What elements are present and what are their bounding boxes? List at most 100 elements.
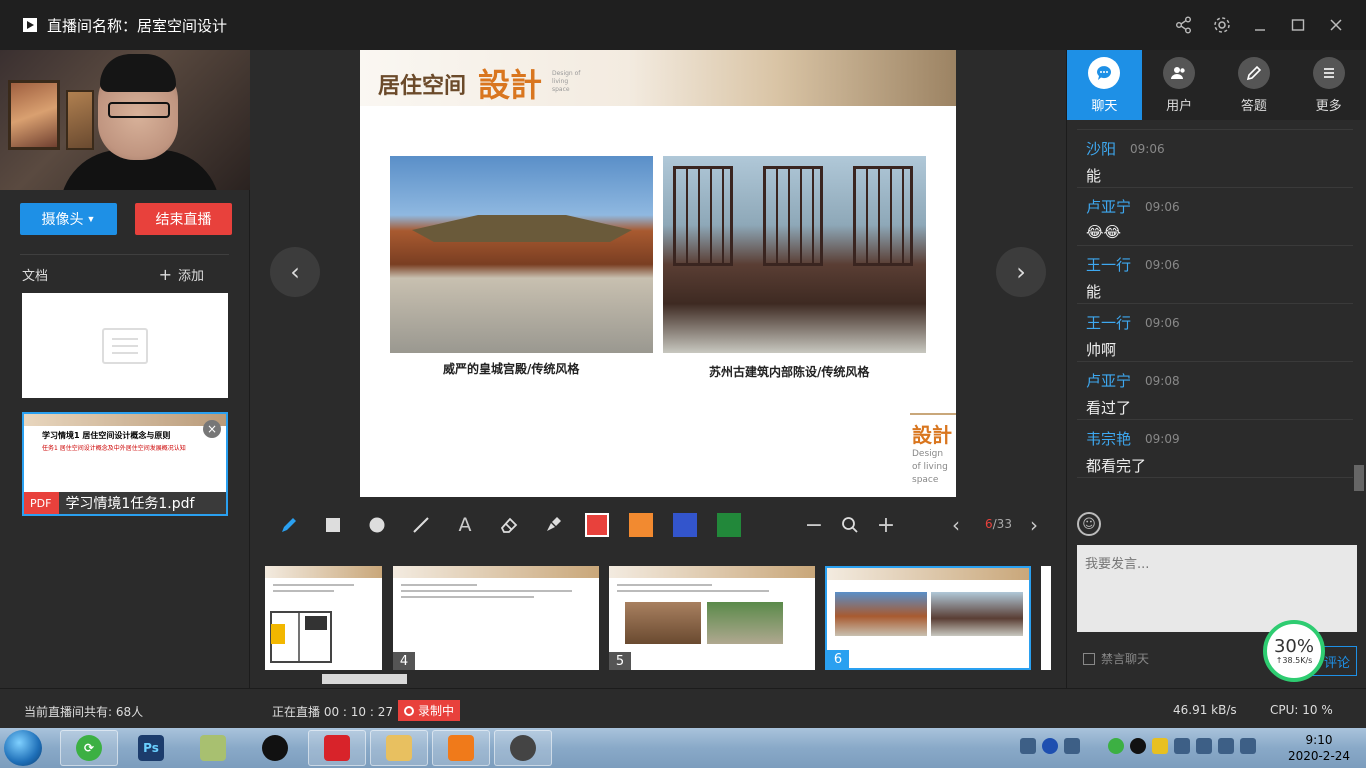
line-icon[interactable] — [408, 512, 434, 538]
zoom-in-plus-icon[interactable]: + — [873, 512, 899, 538]
maximize-icon[interactable] — [1288, 15, 1308, 35]
add-document-button[interactable]: + 添加 — [159, 265, 204, 284]
next-slide-chevron-right-icon[interactable]: › — [996, 247, 1046, 297]
live-duration: 正在直播 00 : 10 : 27 — [272, 705, 393, 719]
chat-message: 沙阳 09:06 能 — [1077, 130, 1353, 188]
show-hidden-icons-icon[interactable] — [1086, 738, 1102, 754]
floorplan-thumbnail-graphic — [270, 611, 332, 663]
thumbnail-number: 6 — [827, 650, 849, 668]
taskbar-app[interactable] — [494, 730, 552, 766]
camera-controls: 摄像头 ▼ 结束直播 — [0, 190, 249, 235]
tab-chat[interactable]: 聊天 — [1067, 50, 1142, 120]
taskbar-app[interactable]: Ps — [122, 730, 180, 766]
documents-label: 文档 — [22, 268, 49, 284]
color-swatch-red[interactable] — [585, 513, 609, 537]
share-icon[interactable] — [1174, 15, 1194, 35]
tray-app-icon[interactable] — [1108, 738, 1124, 754]
chat-username[interactable]: 王一行 — [1086, 312, 1131, 333]
keyboard-icon[interactable] — [1020, 738, 1036, 754]
pen-icon[interactable] — [276, 512, 302, 538]
text-icon[interactable]: A — [452, 512, 478, 538]
chat-username[interactable]: 卢亚宁 — [1086, 196, 1131, 217]
previous-slide-chevron-left-icon[interactable]: ‹ — [270, 247, 320, 297]
security-app-icon[interactable] — [1152, 738, 1168, 754]
folder-icon — [386, 735, 412, 761]
chat-text: 帅啊 — [1086, 341, 1117, 359]
network-icon[interactable] — [1174, 738, 1190, 754]
tab-quiz[interactable]: 答题 — [1217, 50, 1292, 120]
thumbnail-photo — [707, 602, 783, 644]
tab-more[interactable]: 更多 — [1291, 50, 1366, 120]
title-bar: 直播间名称： 居室空间设计 — [0, 0, 1366, 50]
color-swatch-green[interactable] — [717, 513, 741, 537]
start-button-windows-icon[interactable] — [4, 730, 42, 766]
chat-input[interactable] — [1077, 545, 1357, 632]
rectangle-icon[interactable] — [320, 512, 346, 538]
pdf-thumb-banner — [24, 414, 226, 426]
suzhou-interior-photo — [663, 156, 926, 353]
gauge-upload-speed: ↑38.5K/s — [1275, 655, 1313, 665]
device-icon[interactable] — [1218, 738, 1234, 754]
thumbnails-scrollbar[interactable] — [322, 674, 407, 684]
chaoxing-app-icon — [324, 735, 350, 761]
document-card-pdf[interactable]: 学习情境1 居住空间设计概念与原则 任务1 居住空间设计概念及中外居住空间发展概… — [22, 412, 228, 516]
slide-thumbnail[interactable]: 5 — [609, 566, 815, 670]
system-clock[interactable]: 9:10 2020-2-24 — [1284, 732, 1354, 764]
help-icon[interactable] — [1042, 738, 1058, 754]
qq-tray-icon[interactable] — [1130, 738, 1146, 754]
thumbnail-text-lines — [393, 578, 599, 608]
system-tray — [1020, 738, 1256, 754]
taskbar-app[interactable]: ⟳ — [60, 730, 118, 766]
chat-message-list[interactable]: 沙阳 09:06 能 卢亚宁 09:06 😂😂 王一行 09:06 能 王一行 09:0… — [1067, 120, 1366, 488]
chat-timestamp: 09:09 — [1145, 431, 1180, 446]
page-next-chevron-right-icon[interactable]: › — [1021, 512, 1047, 538]
online-count: 当前直播间共有: 68人 — [24, 705, 144, 719]
taskbar-app[interactable] — [308, 730, 366, 766]
chat-scrollbar-thumb[interactable] — [1354, 465, 1364, 491]
chat-timestamp: 09:06 — [1145, 199, 1180, 214]
volume-icon[interactable] — [1196, 738, 1212, 754]
minimize-icon[interactable] — [1250, 15, 1270, 35]
tray-app-icon[interactable] — [1064, 738, 1080, 754]
end-live-button[interactable]: 结束直播 — [135, 203, 232, 235]
slide-thumbnail-active[interactable]: 6 — [825, 566, 1031, 670]
close-icon[interactable] — [1326, 15, 1346, 35]
emoji-smiley-icon[interactable]: ☺ — [1077, 512, 1101, 536]
eraser-icon[interactable] — [496, 512, 522, 538]
cpu-usage: CPU: 10 % — [1270, 703, 1333, 717]
circle-icon[interactable] — [364, 512, 390, 538]
record-icon — [404, 705, 414, 716]
taskbar-app[interactable] — [246, 730, 304, 766]
document-card-empty[interactable] — [22, 293, 228, 398]
chat-username[interactable]: 韦宗艳 — [1086, 428, 1131, 449]
tab-users[interactable]: 用户 — [1142, 50, 1217, 120]
action-center-flag-icon[interactable] — [1240, 738, 1256, 754]
clock-time: 9:10 — [1305, 733, 1333, 747]
color-swatch-blue[interactable] — [673, 513, 697, 537]
page-prev-chevron-left-icon[interactable]: ‹ — [943, 512, 969, 538]
slide-thumbnail[interactable] — [1041, 566, 1051, 670]
taskbar-app[interactable] — [432, 730, 490, 766]
chat-username[interactable]: 卢亚宁 — [1086, 370, 1131, 391]
thumbnail-photo — [835, 592, 927, 636]
slide-thumbnail[interactable] — [265, 566, 382, 670]
chat-username[interactable]: 王一行 — [1086, 254, 1131, 275]
add-document-label: 添加 — [177, 268, 204, 284]
zoom-search-icon[interactable] — [837, 512, 863, 538]
chat-username[interactable]: 沙阳 — [1086, 138, 1116, 159]
remove-document-close-icon[interactable]: × — [203, 420, 221, 438]
mute-chat-toggle[interactable]: 禁言聊天 — [1083, 650, 1149, 667]
clear-brush-icon[interactable] — [540, 512, 566, 538]
network-speed-gauge[interactable]: 30% ↑38.5K/s — [1263, 620, 1325, 682]
slide-thumbnail[interactable]: 4 — [393, 566, 599, 670]
pdf-badge: PDF — [24, 492, 60, 514]
mute-chat-checkbox[interactable] — [1083, 652, 1095, 665]
webcam-preview — [0, 50, 250, 190]
color-swatch-orange[interactable] — [629, 513, 653, 537]
recording-badge[interactable]: 录制中 — [398, 700, 461, 721]
settings-gear-icon[interactable] — [1212, 15, 1232, 35]
camera-button[interactable]: 摄像头 ▼ — [20, 203, 117, 235]
taskbar-app[interactable] — [370, 730, 428, 766]
taskbar-app[interactable] — [184, 730, 242, 766]
zoom-out-minus-icon[interactable]: − — [801, 512, 827, 538]
